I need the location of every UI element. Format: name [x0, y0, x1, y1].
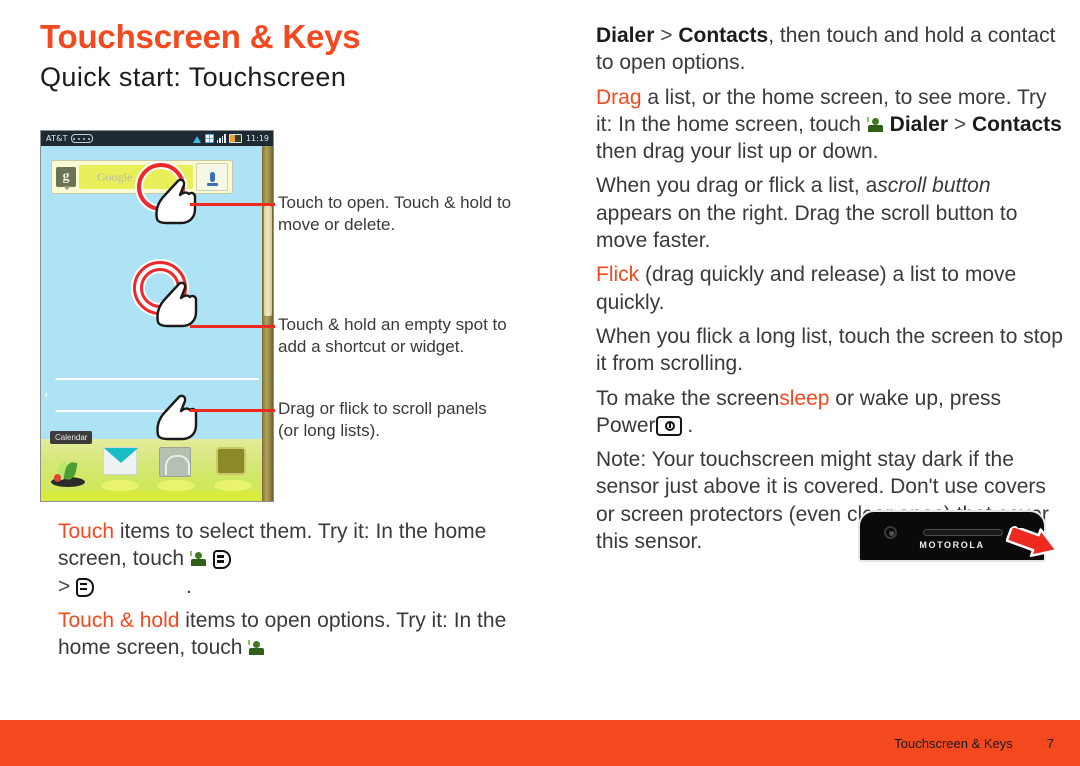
page-subtitle: Quick start: Touchscreen	[40, 62, 347, 92]
paragraph-drag: Drag a list, or the home screen, to see …	[596, 84, 1066, 166]
phone-dock	[41, 445, 273, 493]
pointing-hand-icon	[154, 389, 200, 441]
paragraph-scroll-post: appears on the right. Drag the scroll bu…	[596, 201, 1018, 253]
calendar-widget-label: Calendar	[50, 431, 93, 444]
plant-icon[interactable]	[51, 453, 85, 487]
keyword-drag: Drag	[596, 85, 642, 109]
paragraph-scroll-pre: When you drag or flick a list, a	[596, 174, 878, 198]
paragraph-touch-hold: Touch & hold items to open options. Try …	[58, 607, 526, 662]
phone-screen-body: g Google Calendar	[41, 146, 273, 501]
callout-shortcut: Touch & hold an empty spot to add a shor…	[278, 315, 507, 356]
keyword-flick: Flick	[596, 263, 640, 287]
leader-line-scroll	[190, 409, 275, 412]
voice-search-button[interactable]	[196, 163, 228, 191]
paragraph-flick-rest: (drag quickly and release) a list to mov…	[596, 263, 1017, 314]
earpiece-speaker-icon	[923, 529, 1003, 536]
paragraph-touch-period: .	[185, 574, 192, 598]
pointing-hand-icon	[153, 173, 199, 225]
footer-page-number: 7	[1046, 735, 1054, 751]
paragraph-sleep: To make the screensleep or wake up, pres…	[596, 385, 1066, 440]
breadcrumb-separator: >	[660, 24, 673, 47]
status-clock: 11:19	[245, 134, 269, 143]
leader-line-open	[190, 203, 275, 206]
paragraph-sleep-end: .	[687, 413, 694, 437]
paragraph-sleep-pre: To make the screen	[596, 386, 780, 410]
carrier-label: AT&T	[46, 134, 68, 143]
carrier-dots-icon	[70, 134, 93, 143]
right-column: Dialer > Contacts, then touch and hold a…	[596, 22, 1066, 562]
clock-icon[interactable]	[157, 447, 195, 491]
signal-icon	[216, 134, 226, 143]
power-button-icon	[655, 415, 682, 436]
term-scroll-button: scroll button	[877, 174, 991, 198]
breadcrumb-separator: >	[953, 112, 967, 136]
breadcrumb-separator: >	[58, 574, 71, 598]
paragraph-stop-scroll: When you flick a long list, touch the sc…	[596, 324, 1063, 376]
scrollbar-thumb[interactable]	[264, 206, 272, 316]
app-icon[interactable]	[214, 447, 252, 491]
manual-page: Touchscreen & Keys Quick start: Touchscr…	[0, 0, 1080, 766]
paragraph-dialer-contacts: Dialer > Contacts, then touch and hold a…	[596, 22, 1066, 77]
keyword-touch-hold: Touch & hold	[58, 608, 180, 632]
page-footer: Touchscreen & Keys 7	[0, 720, 1080, 766]
microphone-icon	[206, 172, 218, 186]
menu-dialer: Dialer	[889, 112, 949, 136]
sync-icon	[204, 134, 214, 143]
scrollbar-track[interactable]	[262, 146, 273, 501]
status-icons: 11:19	[192, 134, 269, 143]
keyword-touch: Touch	[58, 520, 115, 543]
google-logo-icon: g	[56, 167, 76, 187]
wifi-icon	[192, 135, 202, 143]
contact-icon	[189, 551, 207, 568]
page-title: Touchscreen & Keys	[40, 18, 361, 55]
left-column: Touchscreen & Keys Quick start: Touchscr…	[40, 18, 560, 93]
left-body-text: Touch items to select them. Try it: In t…	[58, 518, 526, 668]
search-placeholder: Google	[97, 169, 133, 184]
pointing-hand-icon	[154, 276, 200, 328]
callout-open: Touch to open. Touch & hold to move or d…	[278, 193, 512, 234]
messaging-icon[interactable]	[101, 447, 139, 491]
paragraph-scroll-button: When you drag or flick a list, ascroll b…	[596, 172, 1066, 254]
keyword-sleep: sleep	[779, 386, 830, 410]
phone-home-screen-screenshot: AT&T 11:19 g Google Calendar	[40, 130, 274, 502]
menu-contacts: Contacts	[972, 112, 1062, 136]
book-icon	[76, 577, 95, 597]
note-label: Note:	[596, 448, 647, 472]
phone-bezel-illustration: MOTOROLA	[858, 510, 1058, 562]
chevron-down-icon[interactable]	[63, 186, 71, 190]
battery-icon	[228, 134, 242, 143]
footer-chapter: Touchscreen & Keys	[894, 735, 1013, 751]
contact-icon	[866, 116, 884, 134]
leader-line-shortcut	[190, 325, 275, 328]
paragraph-touch-rest: items to select them. Try it: In the hom…	[58, 520, 487, 571]
menu-contacts: Contacts	[678, 24, 769, 47]
contact-icon	[248, 640, 265, 657]
front-camera-icon	[884, 526, 897, 539]
menu-dialer: Dialer	[596, 24, 655, 47]
callout-arrow-icon	[1005, 524, 1078, 572]
paragraph-flick: Flick (drag quickly and release) a list …	[596, 261, 1066, 316]
paragraph-touch: Touch items to select them. Try it: In t…	[58, 518, 526, 600]
callout-scroll: Drag or flick to scroll panels (or long …	[278, 399, 487, 440]
phone-status-bar: AT&T 11:19	[41, 131, 273, 146]
book-icon	[212, 550, 231, 570]
paragraph-drag-end: then drag your list up or down.	[596, 140, 879, 164]
